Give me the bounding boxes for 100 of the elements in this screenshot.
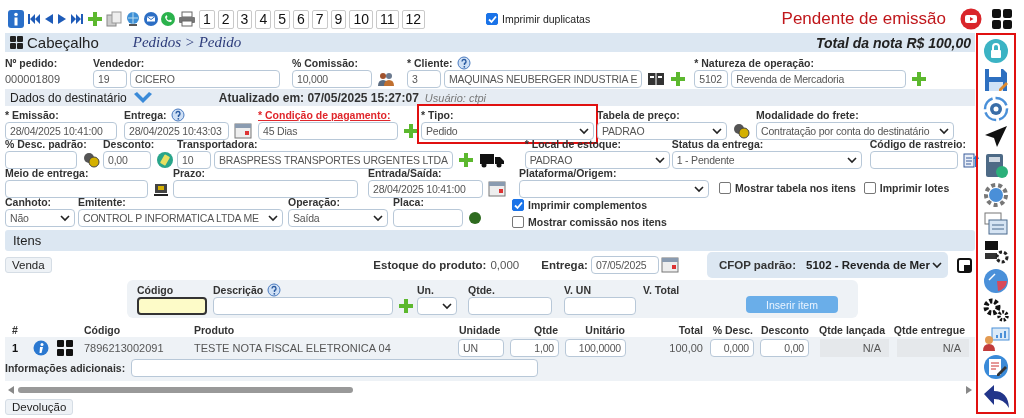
input-field[interactable]: 45 Dias: [258, 122, 398, 140]
calendar-icon[interactable]: [234, 123, 252, 139]
name-field[interactable]: MAQUINAS NEUBERGER INDUSTRIA E: [444, 70, 643, 88]
page-button[interactable]: 9: [330, 9, 347, 29]
export-icon[interactable]: [962, 152, 979, 168]
sync-settings-icon[interactable]: [983, 95, 1009, 122]
code-field[interactable]: 19: [93, 70, 127, 88]
code-field[interactable]: 5102: [694, 70, 729, 88]
previous-icon[interactable]: [44, 13, 54, 25]
page-button[interactable]: 12: [401, 9, 426, 29]
code-field[interactable]: 3: [407, 70, 441, 88]
lock-icon[interactable]: [983, 38, 1009, 64]
page-button[interactable]: 2: [217, 9, 234, 29]
select-field[interactable]: PADRAO: [524, 151, 670, 169]
input-field[interactable]: 10,000: [292, 70, 372, 88]
calendar-icon[interactable]: [488, 181, 506, 197]
field-label: Transportadora:: [177, 137, 258, 150]
add-icon[interactable]: [403, 123, 419, 139]
info-icon[interactable]: [8, 10, 24, 28]
scroll-left-icon[interactable]: [8, 386, 14, 394]
page-button[interactable]: 11: [375, 9, 399, 29]
print-settings-icon[interactable]: [983, 239, 1009, 266]
first-icon[interactable]: [27, 13, 41, 25]
stock-label: Estoque do produto:: [373, 259, 487, 271]
gear-icon[interactable]: [983, 181, 1009, 208]
coins-icon[interactable]: [732, 123, 750, 139]
scrollbar-thumb[interactable]: [18, 387, 353, 393]
mail-icon[interactable]: [144, 12, 158, 26]
checkbox[interactable]: [719, 182, 731, 194]
cfop-select[interactable]: 5102 - Revenda de Mer: [806, 259, 942, 271]
input-field[interactable]: [137, 297, 207, 315]
sale-button[interactable]: Venda: [5, 257, 52, 273]
printer-icon[interactable]: [178, 11, 196, 27]
discount-icon[interactable]: [156, 151, 174, 169]
discount-percent-field[interactable]: 0,000: [710, 339, 754, 357]
checkbox[interactable]: [512, 199, 524, 211]
select-field[interactable]: [417, 297, 457, 315]
help-icon[interactable]: [267, 282, 282, 297]
calculator-icon[interactable]: [983, 153, 1009, 179]
select-field[interactable]: 1 - Pendente: [671, 151, 862, 169]
truck-icon[interactable]: [478, 152, 505, 168]
caret-icon: [373, 214, 383, 222]
discount-field[interactable]: 0,00: [760, 339, 809, 357]
last-icon[interactable]: [70, 13, 84, 25]
checkbox[interactable]: [486, 13, 499, 25]
grid-icon[interactable]: [992, 9, 1012, 29]
undo-icon[interactable]: [982, 383, 1010, 409]
delivery-date-field[interactable]: 07/05/2025: [590, 256, 659, 274]
input-field[interactable]: 0,00: [103, 151, 151, 169]
page-button[interactable]: 1: [199, 9, 215, 29]
settings-icon[interactable]: [982, 296, 1010, 323]
page-button[interactable]: 10: [349, 9, 373, 29]
input-field[interactable]: 28/04/2025 10:41:00: [368, 180, 483, 198]
presentation-icon[interactable]: [982, 325, 1010, 352]
name-field[interactable]: CICERO: [130, 70, 280, 88]
select-field[interactable]: Saída: [288, 209, 388, 227]
save-icon[interactable]: [983, 66, 1009, 93]
page-button[interactable]: 6: [293, 9, 309, 29]
unit-field[interactable]: UN: [458, 339, 504, 357]
info-icon[interactable]: [33, 340, 49, 356]
checkbox[interactable]: [863, 182, 876, 194]
name-field[interactable]: BRASPRESS TRANSPORTES URGENTES LTDA: [214, 151, 453, 169]
add-icon[interactable]: [911, 71, 928, 87]
people-icon[interactable]: [377, 71, 395, 87]
edit-document-icon[interactable]: [983, 354, 1009, 381]
field-label: * Cliente:: [407, 56, 453, 69]
coins-icon[interactable]: [82, 152, 100, 168]
calendar-icon[interactable]: [660, 257, 679, 273]
select-field[interactable]: [519, 180, 709, 198]
scroll-right-icon[interactable]: [966, 386, 972, 394]
grid-icon[interactable]: [57, 340, 73, 356]
add-icon[interactable]: [457, 152, 474, 168]
contact-book-icon[interactable]: [647, 71, 666, 87]
checkbox[interactable]: [512, 216, 524, 228]
next-icon[interactable]: [57, 13, 67, 25]
help-icon[interactable]: [456, 55, 471, 70]
input-field[interactable]: 28/04/2025 10:43:03: [124, 122, 229, 140]
select-field[interactable]: Contratação por conta do destinatário: [756, 122, 954, 140]
page-button[interactable]: 4: [255, 9, 272, 29]
name-field[interactable]: Revenda de Mercadoria: [731, 70, 907, 88]
return-button[interactable]: Devolução: [5, 399, 74, 415]
select-field[interactable]: PADRAO: [597, 122, 727, 140]
globe-icon[interactable]: [125, 11, 141, 27]
add-icon[interactable]: [670, 71, 687, 87]
select-field[interactable]: CONTROL P INFORMATICA LTDA ME: [78, 209, 283, 227]
page-button[interactable]: 5: [274, 9, 290, 29]
page-button[interactable]: 3: [236, 9, 253, 29]
chat-icon[interactable]: [161, 12, 175, 26]
percent-icon[interactable]: [983, 268, 1009, 294]
page-button[interactable]: 7: [311, 9, 328, 29]
help-icon[interactable]: [170, 107, 185, 122]
select-field[interactable]: Pedido: [421, 122, 594, 140]
price-field[interactable]: 100,0000: [565, 339, 626, 357]
code-field[interactable]: 10: [177, 151, 211, 169]
expand-icon[interactable]: [132, 90, 153, 105]
select-field[interactable]: Não: [5, 209, 75, 227]
quantity-field[interactable]: 1,00: [510, 339, 559, 357]
input-field[interactable]: 28/04/2025 10:41:00: [5, 122, 117, 140]
video-icon[interactable]: [960, 8, 982, 30]
resize-icon[interactable]: [957, 257, 972, 273]
